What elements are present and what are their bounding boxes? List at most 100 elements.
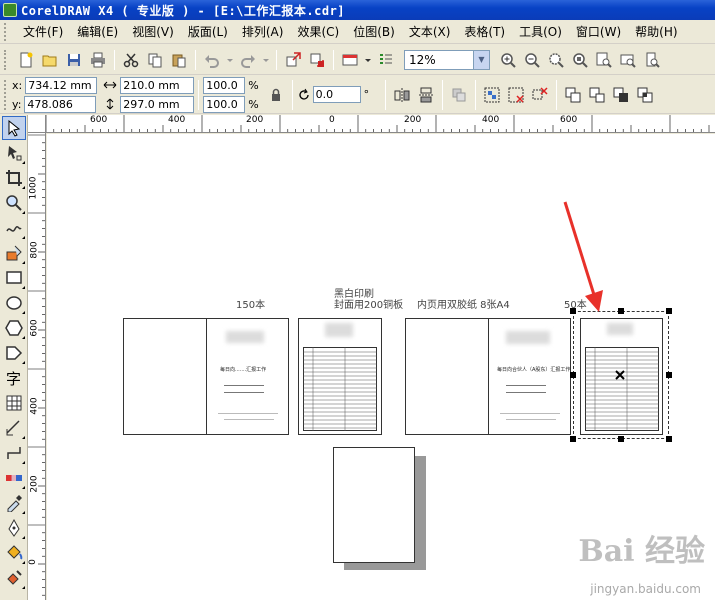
width-input[interactable]: 210.0 mm bbox=[120, 76, 195, 94]
x-position-input[interactable]: 734.12 mm bbox=[25, 76, 98, 94]
ungroup-button[interactable] bbox=[505, 84, 527, 106]
menu-arrange[interactable]: 排列(A) bbox=[235, 21, 291, 42]
zoom-level-select[interactable]: 12% ▼ bbox=[404, 49, 490, 70]
zoom-in-button[interactable] bbox=[497, 49, 519, 71]
percent-label: % bbox=[248, 97, 259, 111]
mirror-horizontal-button[interactable] bbox=[391, 84, 413, 106]
polygon-tool[interactable] bbox=[2, 316, 26, 340]
menu-layout[interactable]: 版面(L) bbox=[181, 21, 235, 42]
redo-dropdown[interactable] bbox=[261, 49, 271, 71]
rotation-angle-input[interactable]: 0.0 bbox=[312, 86, 361, 103]
trim-button[interactable] bbox=[634, 84, 656, 106]
menu-file[interactable]: 文件(F) bbox=[16, 21, 70, 42]
menu-help[interactable]: 帮助(H) bbox=[628, 21, 684, 42]
eyedropper-tool[interactable] bbox=[2, 491, 26, 515]
menu-table[interactable]: 表格(T) bbox=[457, 21, 512, 42]
ruler-origin-corner[interactable] bbox=[28, 115, 46, 133]
launcher-dropdown[interactable] bbox=[363, 49, 373, 71]
break-apart-button[interactable] bbox=[586, 84, 608, 106]
text-tool[interactable]: 字 bbox=[2, 366, 26, 390]
zoom-out-button[interactable] bbox=[521, 49, 543, 71]
zoom-to-page-height-button[interactable] bbox=[641, 49, 663, 71]
undo-icon bbox=[205, 54, 219, 68]
cover-spread-2[interactable]: 每日向合伙人（A股东）汇报工作 bbox=[405, 318, 571, 435]
open-button[interactable] bbox=[39, 49, 61, 71]
zoom-to-all-objects-button[interactable] bbox=[569, 49, 591, 71]
save-button[interactable] bbox=[63, 49, 85, 71]
pick-tool[interactable] bbox=[2, 116, 26, 140]
menu-view[interactable]: 视图(V) bbox=[125, 21, 181, 42]
group-objects-button[interactable] bbox=[481, 84, 503, 106]
print-button[interactable] bbox=[87, 49, 109, 71]
scissors-icon bbox=[123, 53, 139, 67]
selection-handle-w[interactable] bbox=[570, 372, 576, 378]
label-cover-paper[interactable]: 封面用200铜板 bbox=[334, 296, 403, 311]
y-position-input[interactable]: 478.086 mm bbox=[24, 95, 97, 126]
selection-handle-ne[interactable] bbox=[666, 308, 672, 314]
selection-handle-n[interactable] bbox=[618, 308, 624, 314]
basic-shapes-tool[interactable] bbox=[2, 341, 26, 365]
label-inner-paper[interactable]: 内页用双胶纸 8张A4 bbox=[417, 296, 510, 311]
group-button[interactable] bbox=[448, 84, 470, 106]
shape-tool[interactable] bbox=[2, 141, 26, 165]
rectangle-tool[interactable] bbox=[2, 266, 26, 290]
menu-effects[interactable]: 效果(C) bbox=[290, 21, 346, 42]
undo-dropdown[interactable] bbox=[225, 49, 235, 71]
zoom-tool[interactable] bbox=[2, 191, 26, 215]
menu-edit[interactable]: 编辑(E) bbox=[70, 21, 125, 42]
undo-button[interactable] bbox=[201, 49, 223, 71]
welcome-screen-button[interactable] bbox=[375, 49, 397, 71]
title-bar: CorelDRAW X4 ( 专业版 ) - [E:\工作汇报本.cdr] bbox=[0, 0, 715, 20]
crop-tool[interactable] bbox=[2, 166, 26, 190]
import-button[interactable] bbox=[282, 49, 304, 71]
ellipse-tool[interactable] bbox=[2, 291, 26, 315]
toolbox: 字 bbox=[0, 115, 28, 600]
freehand-tool[interactable] bbox=[2, 216, 26, 240]
drawing-canvas[interactable]: 150本 黑白印刷 封面用200铜板 内页用双胶纸 8张A4 50本 每日向..… bbox=[47, 134, 715, 600]
inner-page-table-1[interactable] bbox=[298, 318, 382, 435]
table-tool[interactable] bbox=[2, 391, 26, 415]
blank-document-page[interactable] bbox=[333, 447, 415, 563]
connector-tool[interactable] bbox=[2, 441, 26, 465]
horizontal-ruler[interactable]: 600 400 200 0 200 400 600 bbox=[28, 115, 715, 133]
chevron-down-icon bbox=[263, 58, 269, 62]
chevron-down-icon[interactable]: ▼ bbox=[473, 50, 489, 69]
menu-bitmaps[interactable]: 位图(B) bbox=[346, 21, 402, 42]
redo-button[interactable] bbox=[237, 49, 259, 71]
zoom-to-page-button[interactable] bbox=[593, 49, 615, 71]
lock-ratio-button[interactable] bbox=[265, 84, 287, 106]
new-document-button[interactable] bbox=[15, 49, 37, 71]
copy-button[interactable] bbox=[144, 49, 166, 71]
menu-tools[interactable]: 工具(O) bbox=[512, 21, 569, 42]
menu-text[interactable]: 文本(X) bbox=[402, 21, 458, 42]
smart-fill-tool[interactable] bbox=[2, 241, 26, 265]
vertical-ruler[interactable]: 1000 800 600 400 200 0 bbox=[28, 133, 46, 600]
zoom-to-page-width-button[interactable] bbox=[617, 49, 639, 71]
blend-tool[interactable] bbox=[2, 466, 26, 490]
combine-button[interactable] bbox=[562, 84, 584, 106]
mirror-vertical-button[interactable] bbox=[415, 84, 437, 106]
scale-height-input[interactable]: 100.0 bbox=[203, 95, 246, 113]
ellipse-icon bbox=[6, 296, 22, 310]
interactive-fill-tool[interactable] bbox=[2, 566, 26, 590]
selection-handle-sw[interactable] bbox=[570, 436, 576, 442]
application-launcher-button[interactable] bbox=[339, 49, 361, 71]
scale-width-input[interactable]: 100.0 bbox=[203, 76, 246, 94]
selection-handle-e[interactable] bbox=[666, 372, 672, 378]
ungroup-all-button[interactable] bbox=[529, 84, 551, 106]
export-button[interactable] bbox=[306, 49, 328, 71]
selection-handle-s[interactable] bbox=[618, 436, 624, 442]
zoom-page-icon bbox=[596, 52, 612, 68]
cover-spread-1[interactable]: 每日向.......汇报工作 bbox=[123, 318, 289, 435]
selection-handle-se[interactable] bbox=[666, 436, 672, 442]
cut-button[interactable] bbox=[120, 49, 142, 71]
label-150-copies[interactable]: 150本 bbox=[236, 296, 265, 311]
paste-button[interactable] bbox=[168, 49, 190, 71]
zoom-to-selected-button[interactable] bbox=[545, 49, 567, 71]
height-input[interactable]: 297.0 mm bbox=[120, 95, 195, 113]
parallel-dimension-tool[interactable] bbox=[2, 416, 26, 440]
outline-tool[interactable] bbox=[2, 516, 26, 540]
fill-tool[interactable] bbox=[2, 541, 26, 565]
weld-button[interactable] bbox=[610, 84, 632, 106]
menu-window[interactable]: 窗口(W) bbox=[569, 21, 628, 42]
